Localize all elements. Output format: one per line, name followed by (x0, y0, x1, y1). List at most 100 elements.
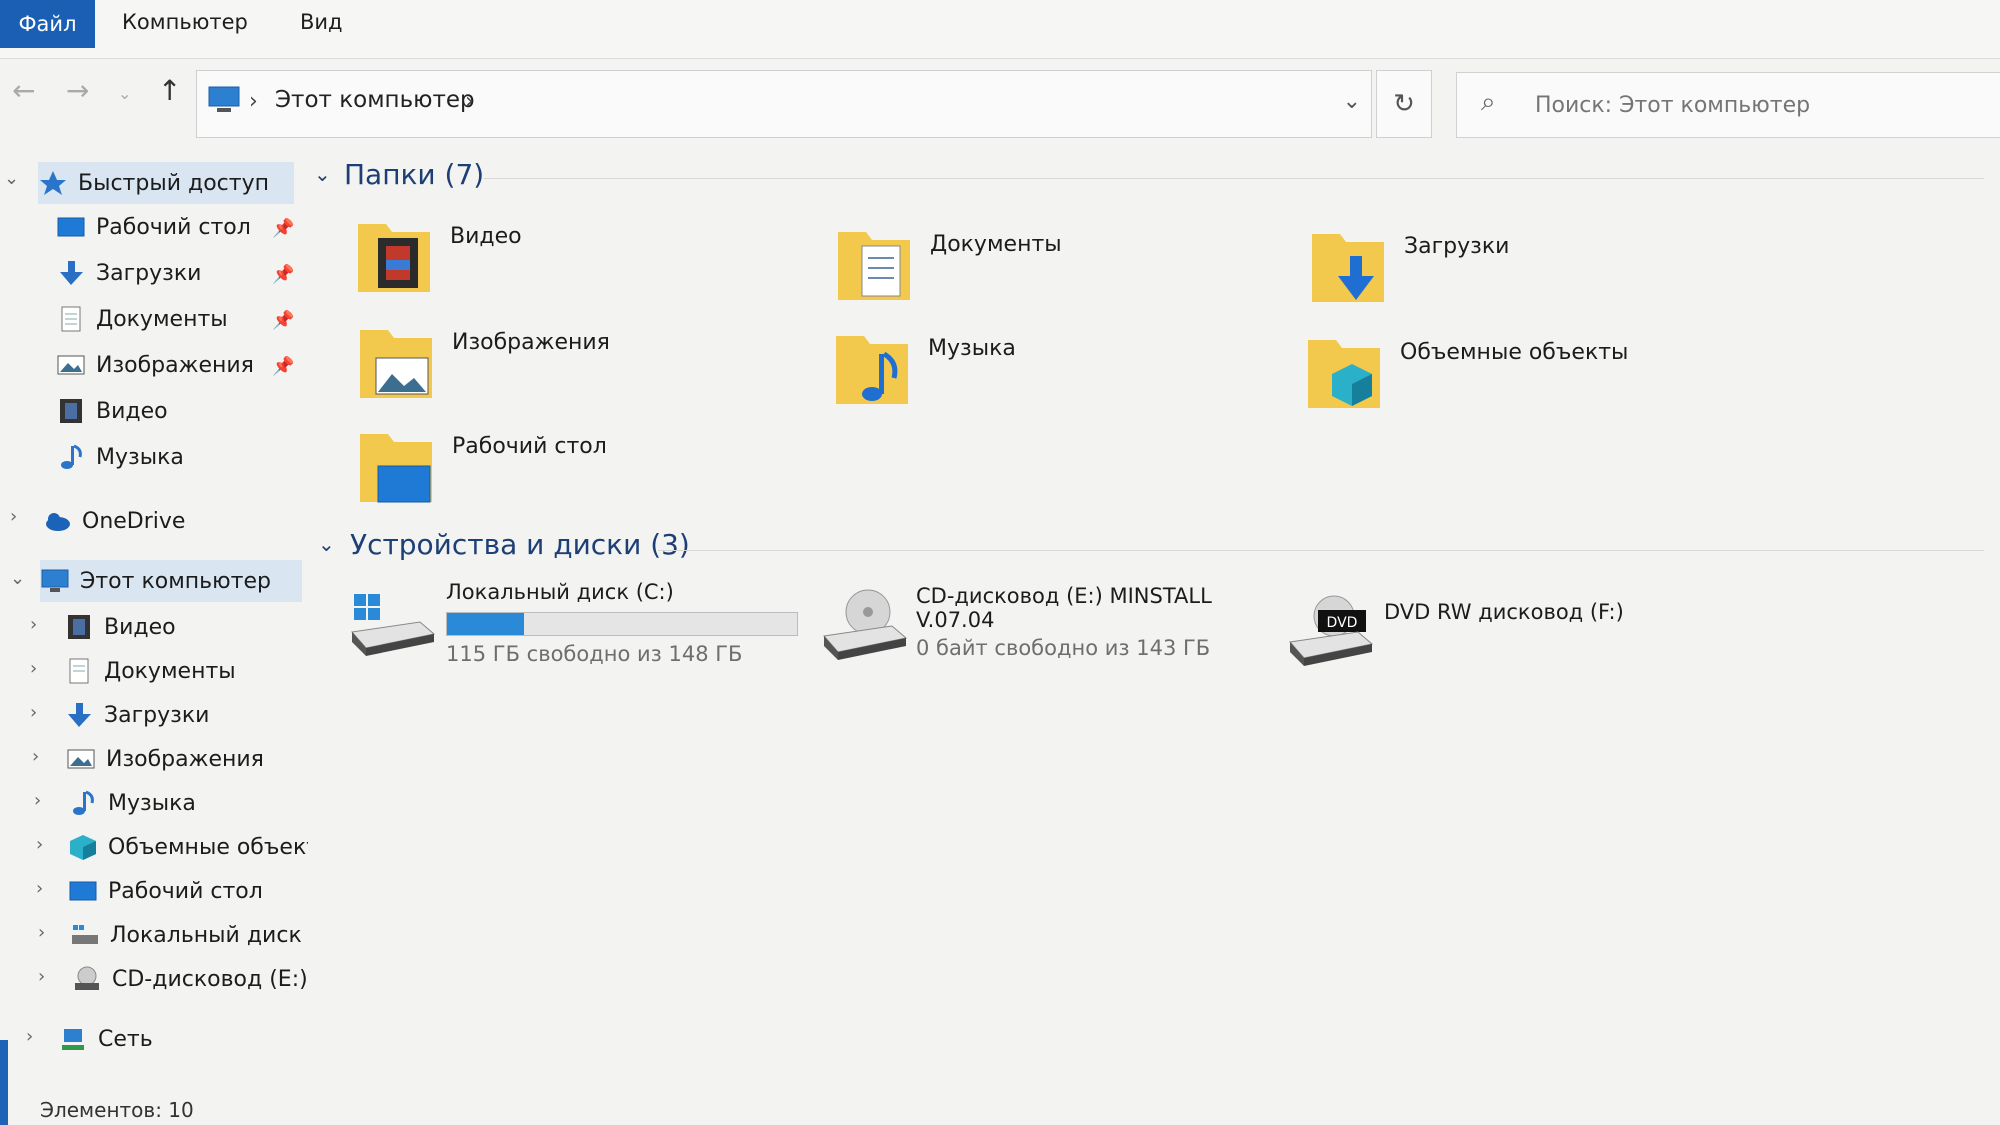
sidebar-item-pc-documents[interactable]: Документы (64, 650, 236, 692)
sidebar-item-pc-downloads[interactable]: Загрузки (64, 694, 209, 736)
hard-drive-icon (72, 925, 98, 944)
sidebar-item-label: Изображения (96, 352, 254, 378)
group-header-devices[interactable]: Устройства и диски (3) (350, 528, 690, 561)
sidebar-item-label: Быстрый доступ (78, 170, 269, 196)
sidebar-item-local-disk-c[interactable]: Локальный диск (C:) (70, 914, 308, 956)
expand-chevron-icon[interactable]: › (10, 506, 17, 527)
sidebar-item-label: Музыка (108, 790, 196, 816)
sidebar-item-pc-pictures[interactable]: Изображения (66, 738, 264, 780)
breadcrumb-chevron[interactable]: › (465, 89, 474, 114)
window-edge-accent (0, 1040, 8, 1125)
sidebar-item-label: Видео (96, 398, 168, 424)
expand-chevron-icon[interactable]: › (32, 746, 39, 767)
sidebar-item-downloads[interactable]: Загрузки (56, 252, 201, 294)
refresh-button[interactable]: ↻ (1376, 70, 1432, 138)
folder-label: Загрузки (1404, 234, 1510, 259)
drive-tile-local-disk-c[interactable]: Локальный диск (C:) 115 ГБ свободно из 1… (446, 580, 798, 666)
sidebar-item-label: Загрузки (96, 260, 202, 286)
sidebar-item-documents[interactable]: Документы (56, 298, 228, 340)
pin-icon[interactable]: 📌 (272, 218, 294, 239)
folder-tile-pictures[interactable]: Изображения (358, 322, 610, 402)
folder-download-icon (1312, 234, 1384, 302)
sidebar-item-label: Видео (104, 614, 176, 640)
sidebar-item-desktop[interactable]: Рабочий стол (56, 206, 251, 248)
navigation-pane: ⌄ Быстрый доступ Рабочий стол 📌 Загрузки… (0, 150, 308, 1125)
folder-tile-videos[interactable]: Видео (356, 216, 522, 296)
sidebar-item-label: Загрузки (104, 702, 210, 728)
recent-locations-dropdown[interactable]: ⌄ (118, 84, 131, 103)
sidebar-item-quick-access[interactable]: Быстрый доступ (38, 162, 294, 204)
expand-chevron-icon[interactable]: › (36, 878, 43, 899)
expand-chevron-icon[interactable]: › (38, 922, 45, 943)
expand-chevron-icon[interactable]: › (38, 966, 45, 987)
sidebar-item-onedrive[interactable]: OneDrive (42, 500, 185, 542)
expand-chevron-icon[interactable]: › (34, 790, 41, 811)
tab-view[interactable]: Вид (300, 10, 343, 34)
folder-3d-objects-icon (1308, 340, 1380, 408)
search-input[interactable] (1533, 87, 1977, 123)
address-dropdown-chevron-icon[interactable]: ⌄ (1343, 89, 1361, 114)
sidebar-item-pictures[interactable]: Изображения (56, 344, 254, 386)
film-icon (68, 615, 90, 639)
sidebar-item-label: OneDrive (82, 508, 186, 534)
folder-tile-desktop[interactable]: Рабочий стол (358, 426, 607, 506)
tab-file[interactable]: Файл (0, 0, 95, 48)
download-arrow-icon (68, 703, 91, 727)
sidebar-item-music[interactable]: Музыка (56, 436, 184, 478)
back-button[interactable]: ← (12, 74, 35, 107)
folder-video-icon (358, 224, 430, 292)
sidebar-item-this-pc[interactable]: Этот компьютер (40, 560, 302, 602)
ribbon: Файл Компьютер Вид (0, 0, 2000, 59)
collapse-chevron-icon[interactable]: ⌄ (10, 568, 25, 589)
expand-chevron-icon[interactable]: › (30, 614, 37, 635)
drive-free-space: 0 байт свободно из 143 ГБ (916, 636, 1211, 660)
group-header-folders[interactable]: Папки (7) (344, 158, 484, 191)
folder-label: Объемные объекты (1400, 340, 1629, 365)
sidebar-item-label: CD-дисковод (E:) MINSTALL V.07.04 (112, 966, 308, 992)
sidebar-item-label: Объемные объекты (108, 834, 308, 860)
expand-chevron-icon[interactable]: › (30, 658, 37, 679)
folder-tile-music[interactable]: Музыка (834, 328, 1016, 408)
folder-documents-icon (838, 232, 910, 300)
picture-icon (67, 749, 95, 769)
pin-icon[interactable]: 📌 (272, 310, 294, 331)
expand-chevron-icon[interactable]: ⌄ (4, 168, 19, 189)
folder-label: Изображения (452, 330, 610, 355)
sidebar-item-cd-drive-e[interactable]: CD-дисковод (E:) MINSTALL V.07.04 (72, 958, 308, 1000)
expand-chevron-icon[interactable]: › (36, 834, 43, 855)
pin-icon[interactable]: 📌 (272, 356, 294, 377)
drive-name: DVD RW дисковод (F:) (1384, 600, 1624, 624)
breadcrumb-this-pc[interactable]: Этот компьютер (275, 87, 475, 113)
download-arrow-icon (60, 261, 83, 285)
tab-computer[interactable]: Компьютер (122, 10, 248, 34)
folder-tile-3d-objects[interactable]: Объемные объекты (1306, 332, 1628, 412)
expand-chevron-icon[interactable]: › (30, 702, 37, 723)
pin-icon[interactable]: 📌 (272, 264, 294, 285)
sidebar-item-pc-desktop[interactable]: Рабочий стол (68, 870, 263, 912)
sidebar-item-videos[interactable]: Видео (56, 390, 168, 432)
sidebar-item-pc-music[interactable]: Музыка (68, 782, 196, 824)
folder-tile-documents[interactable]: Документы (836, 224, 1062, 304)
expand-chevron-icon[interactable]: › (26, 1026, 33, 1047)
folder-desktop-icon (360, 434, 432, 503)
search-icon: ⌕ (1481, 87, 1496, 117)
sidebar-item-network[interactable]: Сеть (58, 1018, 153, 1060)
group-collapse-chevron-icon[interactable]: ⌄ (318, 532, 335, 556)
folder-tile-downloads[interactable]: Загрузки (1310, 226, 1509, 306)
group-divider (658, 550, 1984, 551)
address-bar[interactable]: › Этот компьютер › ⌄ (196, 70, 1372, 138)
folder-music-icon (836, 336, 908, 404)
forward-button[interactable]: → (66, 74, 89, 107)
sidebar-item-pc-3d-objects[interactable]: Объемные объекты (68, 826, 308, 868)
folder-label: Документы (930, 232, 1062, 257)
sidebar-item-label: Локальный диск (C:) (110, 922, 308, 948)
desktop-icon (69, 881, 97, 901)
search-box[interactable]: ⌕ (1456, 72, 2000, 138)
sidebar-item-label: Рабочий стол (108, 878, 263, 904)
drive-tile-cd-e[interactable]: CD-дисковод (E:) MINSTALL V.07.04 0 байт… (916, 584, 1212, 660)
sidebar-item-label: Музыка (96, 444, 184, 470)
sidebar-item-pc-videos[interactable]: Видео (64, 606, 176, 648)
drive-tile-dvd-f[interactable]: DVD RW дисковод (F:) (1384, 600, 1624, 624)
group-collapse-chevron-icon[interactable]: ⌄ (314, 162, 331, 186)
up-button[interactable]: ↑ (158, 74, 181, 107)
